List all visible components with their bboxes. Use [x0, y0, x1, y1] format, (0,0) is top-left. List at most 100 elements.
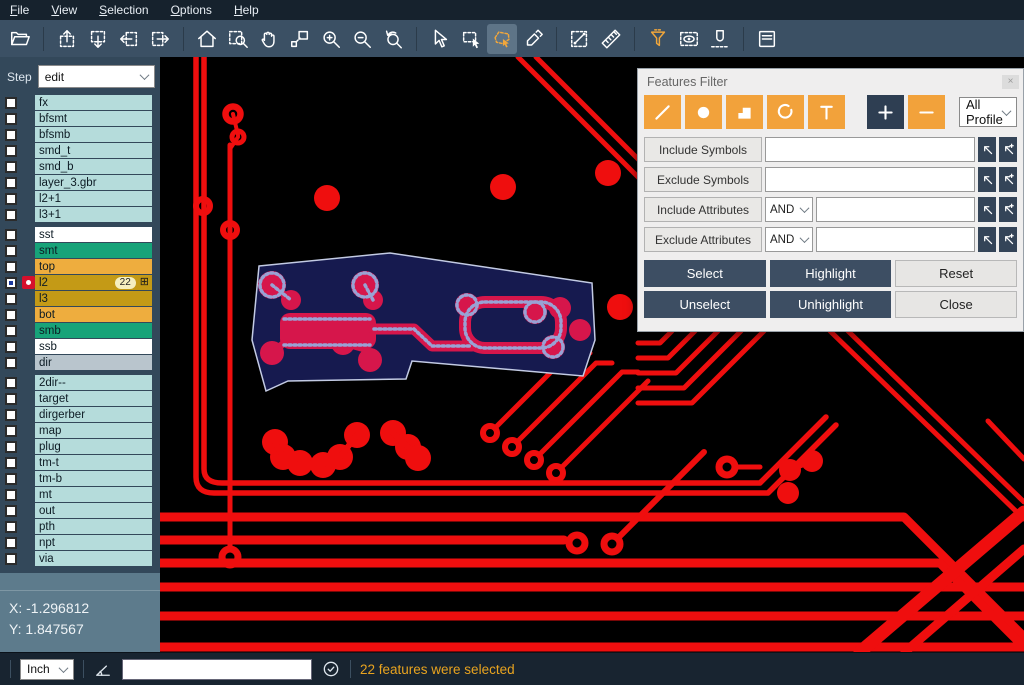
layer-row-l3+1[interactable]: l3+1 [0, 207, 160, 222]
layer-row-l2+1[interactable]: l2+1 [0, 191, 160, 206]
layer-row-l3[interactable]: l3 [0, 291, 160, 306]
layer-row-pth[interactable]: pth [0, 519, 160, 534]
layer-row-npt[interactable]: npt [0, 535, 160, 550]
layer-name[interactable]: l222⊞ [35, 275, 152, 290]
layer-name[interactable]: bfsmb [35, 127, 152, 142]
unhighlight-button[interactable]: Unhighlight [770, 291, 892, 318]
layer-name[interactable]: dirgerber [35, 407, 152, 422]
select-rectangle-button[interactable] [456, 24, 486, 54]
layer-visibility-checkbox[interactable] [5, 193, 17, 205]
layer-name[interactable]: smd_t [35, 143, 152, 158]
layer-visibility-checkbox[interactable] [5, 113, 17, 125]
filter-label-button[interactable]: Include Symbols [644, 137, 762, 162]
dialog-titlebar[interactable]: Features Filter × [638, 69, 1023, 94]
zoom-out-button[interactable] [347, 24, 377, 54]
layer-row-top[interactable]: top [0, 259, 160, 274]
layer-row-via[interactable]: via [0, 551, 160, 566]
layer-visibility-checkbox[interactable] [5, 537, 17, 549]
layer-name[interactable]: 2dir-- [35, 375, 152, 390]
layer-name[interactable]: smd_b [35, 159, 152, 174]
filter-label-button[interactable]: Include Attributes [644, 197, 762, 222]
layer-name[interactable]: bot [35, 307, 152, 322]
layer-visibility-checkbox[interactable] [5, 293, 17, 305]
pick-add-from-canvas-button[interactable] [999, 197, 1017, 222]
menu-item-selection[interactable]: Selection [99, 3, 148, 17]
menu-item-view[interactable]: View [51, 3, 77, 17]
layer-visibility-checkbox[interactable] [5, 261, 17, 273]
layer-visibility-checkbox[interactable] [5, 129, 17, 141]
layer-visibility-checkbox[interactable] [5, 473, 17, 485]
layer-visibility-checkbox[interactable] [5, 457, 17, 469]
layer-row-dirgerber[interactable]: dirgerber [0, 407, 160, 422]
layer-visibility-checkbox[interactable] [5, 425, 17, 437]
command-input[interactable] [122, 659, 312, 680]
filter-label-button[interactable]: Exclude Symbols [644, 167, 762, 192]
layer-row-sst[interactable]: sst [0, 227, 160, 242]
layer-name[interactable]: smb [35, 323, 152, 338]
layer-name[interactable]: pth [35, 519, 152, 534]
snap-magnet-button[interactable] [705, 24, 735, 54]
layer-name[interactable]: target [35, 391, 152, 406]
layer-name[interactable]: plug [35, 439, 152, 454]
layer-visibility-checkbox[interactable] [5, 521, 17, 533]
layer-row-layer_3.gbr[interactable]: layer_3.gbr [0, 175, 160, 190]
layer-row-bot[interactable]: bot [0, 307, 160, 322]
layer-row-mt[interactable]: mt [0, 487, 160, 502]
layer-row-bfsmt[interactable]: bfsmt [0, 111, 160, 126]
layer-visibility-checkbox[interactable] [5, 309, 17, 321]
layer-row-smd_t[interactable]: smd_t [0, 143, 160, 158]
layer-visibility-checkbox[interactable] [5, 393, 17, 405]
filter-value-input[interactable] [765, 137, 975, 162]
layer-row-smb[interactable]: smb [0, 323, 160, 338]
layer-row-tm-b[interactable]: tm-b [0, 471, 160, 486]
pick-from-canvas-button[interactable] [978, 197, 996, 222]
layer-visibility-checkbox[interactable] [5, 489, 17, 501]
angle-mode-icon[interactable] [93, 659, 113, 679]
features-filter-button[interactable] [643, 24, 673, 54]
clear-selection-brush-button[interactable] [518, 24, 548, 54]
layer-name[interactable]: ssb [35, 339, 152, 354]
layer-name[interactable]: l3+1 [35, 207, 152, 222]
and-or-select[interactable]: AND [765, 227, 813, 252]
layers-panel-button[interactable] [752, 24, 782, 54]
pick-add-from-canvas-button[interactable] [999, 167, 1017, 192]
zoom-in-button[interactable] [316, 24, 346, 54]
pcb-canvas[interactable]: Features Filter × All Profile [160, 57, 1024, 652]
filter-value-input[interactable] [816, 197, 975, 222]
layer-row-bfsmb[interactable]: bfsmb [0, 127, 160, 142]
layer-visibility-checkbox[interactable] [5, 209, 17, 221]
layer-visibility-checkbox[interactable] [5, 409, 17, 421]
highlight-button[interactable]: Highlight [770, 260, 892, 287]
layer-visibility-checkbox[interactable] [5, 553, 17, 565]
zoom-two-points-button[interactable] [285, 24, 315, 54]
view-options-button[interactable] [674, 24, 704, 54]
layer-row-out[interactable]: out [0, 503, 160, 518]
menu-item-help[interactable]: Help [234, 3, 259, 17]
layer-visibility-checkbox[interactable] [5, 277, 17, 289]
layer-visibility-checkbox[interactable] [5, 145, 17, 157]
layer-row-plug[interactable]: plug [0, 439, 160, 454]
layer-name[interactable]: mt [35, 487, 152, 502]
layer-visibility-checkbox[interactable] [5, 245, 17, 257]
layer-name[interactable]: layer_3.gbr [35, 175, 152, 190]
layer-row-l2[interactable]: l222⊞ [0, 275, 160, 290]
pick-from-canvas-button[interactable] [978, 167, 996, 192]
measure-distance-button[interactable] [565, 24, 595, 54]
layer-visibility-checkbox[interactable] [5, 161, 17, 173]
layer-visibility-checkbox[interactable] [5, 229, 17, 241]
layer-name[interactable]: npt [35, 535, 152, 550]
select-button[interactable]: Select [644, 260, 766, 287]
filter-pads-button[interactable] [685, 95, 722, 129]
layer-row-map[interactable]: map [0, 423, 160, 438]
menu-item-file[interactable]: File [10, 3, 29, 17]
select-polygon-button[interactable] [487, 24, 517, 54]
filter-surfaces-button[interactable] [726, 95, 763, 129]
layer-row-2dir--[interactable]: 2dir-- [0, 375, 160, 390]
select-arrow-button[interactable] [425, 24, 455, 54]
layer-visibility-checkbox[interactable] [5, 505, 17, 517]
pan-down-button[interactable] [83, 24, 113, 54]
pick-add-from-canvas-button[interactable] [999, 137, 1017, 162]
negative-mode-button[interactable] [908, 95, 945, 129]
positive-mode-button[interactable] [867, 95, 904, 129]
unselect-button[interactable]: Unselect [644, 291, 766, 318]
